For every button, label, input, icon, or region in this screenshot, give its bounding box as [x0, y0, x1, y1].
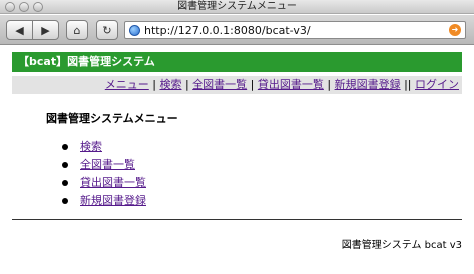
- menu-all-books-link[interactable]: 全図書一覧: [80, 158, 135, 171]
- address-bar[interactable]: http://127.0.0.1:8080/bcat-v3/ ➜: [124, 21, 466, 39]
- menu-loaned-books-link[interactable]: 貸出図書一覧: [80, 176, 146, 189]
- list-item: 検索: [62, 138, 128, 156]
- nav-login-link[interactable]: ログイン: [415, 78, 459, 91]
- menu-list: 検索 全図書一覧 貸出図書一覧 新規図書登録: [62, 138, 146, 210]
- browser-window: 図書管理システムメニュー ◀ ▶ ⌂ ↻ http://127.0.0.1:80…: [0, 0, 474, 274]
- back-arrow-icon: ◀: [15, 23, 24, 37]
- nav-register-book-link[interactable]: 新規図書登録: [335, 78, 401, 91]
- reload-button[interactable]: ↻: [96, 20, 118, 40]
- window-title: 図書管理システムメニュー: [177, 1, 297, 12]
- site-banner: 【bcat】図書管理システム: [12, 52, 462, 72]
- back-button[interactable]: ◀: [6, 20, 33, 40]
- home-icon: ⌂: [73, 23, 81, 37]
- nav-separator: |: [250, 78, 258, 91]
- nav-search-link[interactable]: 検索: [159, 78, 181, 91]
- address-url[interactable]: http://127.0.0.1:8080/bcat-v3/: [144, 24, 311, 37]
- menu-register-book-link[interactable]: 新規図書登録: [80, 194, 146, 207]
- nav-separator: |: [327, 78, 335, 91]
- footer-text: 図書管理システム bcat v3: [341, 240, 462, 251]
- reload-icon: ↻: [102, 23, 112, 37]
- bullet-icon: [62, 144, 68, 150]
- forward-arrow-icon: ▶: [41, 23, 50, 37]
- bullet-icon: [62, 198, 68, 204]
- page-title: 図書管理システムメニュー: [46, 112, 178, 125]
- list-item: 貸出図書一覧: [62, 174, 146, 192]
- list-item: 全図書一覧: [62, 156, 135, 174]
- nav-all-books-link[interactable]: 全図書一覧: [192, 78, 247, 91]
- nav-menu-link[interactable]: メニュー: [105, 78, 149, 91]
- forward-button[interactable]: ▶: [32, 20, 59, 40]
- nav-bar: メニュー | 検索 | 全図書一覧 | 貸出図書一覧 | 新規図書登録 || ロ…: [12, 76, 462, 94]
- globe-icon: [129, 24, 140, 36]
- list-item: 新規図書登録: [62, 192, 146, 210]
- nav-loaned-books-link[interactable]: 貸出図書一覧: [258, 78, 324, 91]
- footer-divider: [12, 219, 462, 220]
- browser-toolbar: ◀ ▶ ⌂ ↻ http://127.0.0.1:8080/bcat-v3/ ➜: [0, 15, 474, 45]
- bullet-icon: [62, 162, 68, 168]
- bullet-icon: [62, 180, 68, 186]
- home-button[interactable]: ⌂: [66, 20, 88, 40]
- title-bar: 図書管理システムメニュー: [0, 0, 474, 14]
- go-arrow-icon[interactable]: ➜: [449, 24, 461, 36]
- nav-separator: ||: [404, 78, 415, 91]
- menu-search-link[interactable]: 検索: [80, 140, 102, 153]
